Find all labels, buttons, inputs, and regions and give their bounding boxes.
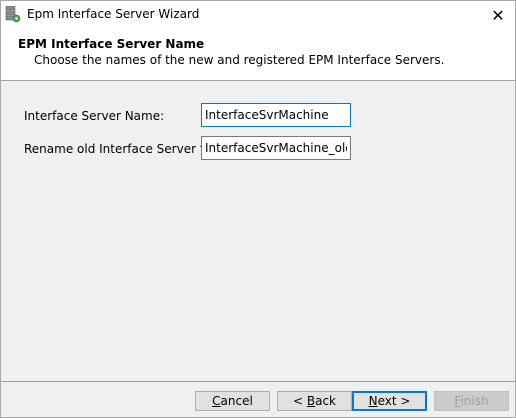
footer-divider [1, 381, 515, 382]
rename-input[interactable] [201, 136, 351, 160]
page-title: EPM Interface Server Name [18, 37, 205, 51]
page-subtitle: Choose the names of the new and register… [34, 53, 445, 67]
cancel-button[interactable]: Cancel [195, 391, 270, 411]
rename-label: Rename old Interface Server to: [24, 142, 216, 156]
server-name-input[interactable] [201, 103, 351, 127]
wizard-window: Epm Interface Server Wizard ✕ EPM Interf… [0, 0, 516, 418]
close-icon: ✕ [491, 5, 505, 25]
close-button[interactable]: ✕ [481, 1, 515, 29]
back-button[interactable]: < Back [277, 391, 352, 411]
finish-button[interactable]: Finish [434, 391, 509, 411]
next-button[interactable]: Next > [352, 391, 427, 411]
wizard-header: EPM Interface Server Name Choose the nam… [1, 29, 515, 81]
server-gear-icon [5, 5, 21, 23]
title-bar: Epm Interface Server Wizard ✕ [1, 1, 515, 29]
server-name-label: Interface Server Name: [24, 109, 165, 123]
window-title: Epm Interface Server Wizard [27, 7, 200, 21]
